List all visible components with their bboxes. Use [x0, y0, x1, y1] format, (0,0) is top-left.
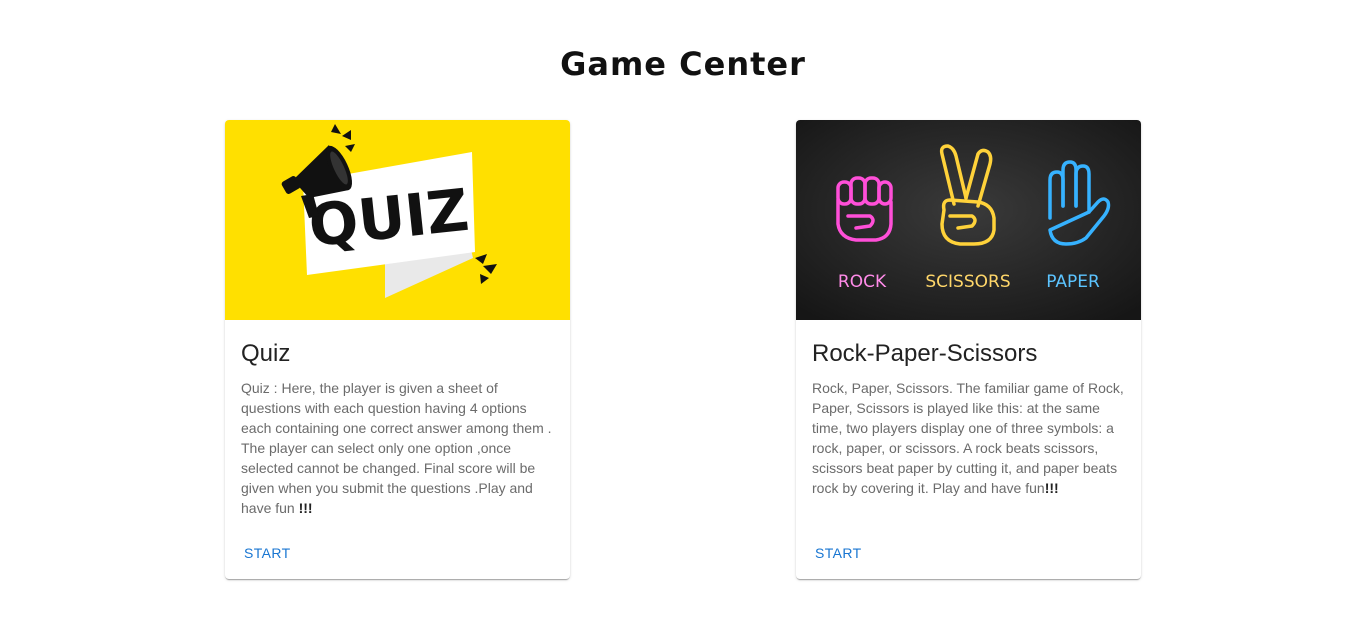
rock-label: ROCK	[838, 272, 887, 292]
page-title: Game Center	[560, 45, 806, 83]
paper-label: PAPER	[1046, 272, 1100, 292]
rps-image: ROCK SCISSORS PAPER	[796, 120, 1141, 320]
card-description: Quiz : Here, the player is given a sheet…	[241, 380, 552, 516]
card-title: Rock-Paper-Scissors	[812, 340, 1038, 367]
rps-card: ROCK SCISSORS PAPER Rock-Paper-Scissors …	[796, 120, 1141, 579]
page: Game Center QUIZ Quiz Quiz: Here, the p…	[0, 0, 1366, 642]
start-rps-button[interactable]: START	[804, 539, 873, 567]
quiz-card: QUIZ Quiz Quiz : Here, the player is giv…	[225, 120, 570, 579]
scissors-label: SCISSORS	[925, 272, 1010, 292]
card-description: Rock, Paper, Scissors. The familiar game…	[812, 380, 1124, 496]
start-quiz-button[interactable]: START	[233, 539, 302, 567]
card-title: Quiz	[241, 340, 291, 367]
quiz-image: QUIZ	[225, 120, 570, 320]
